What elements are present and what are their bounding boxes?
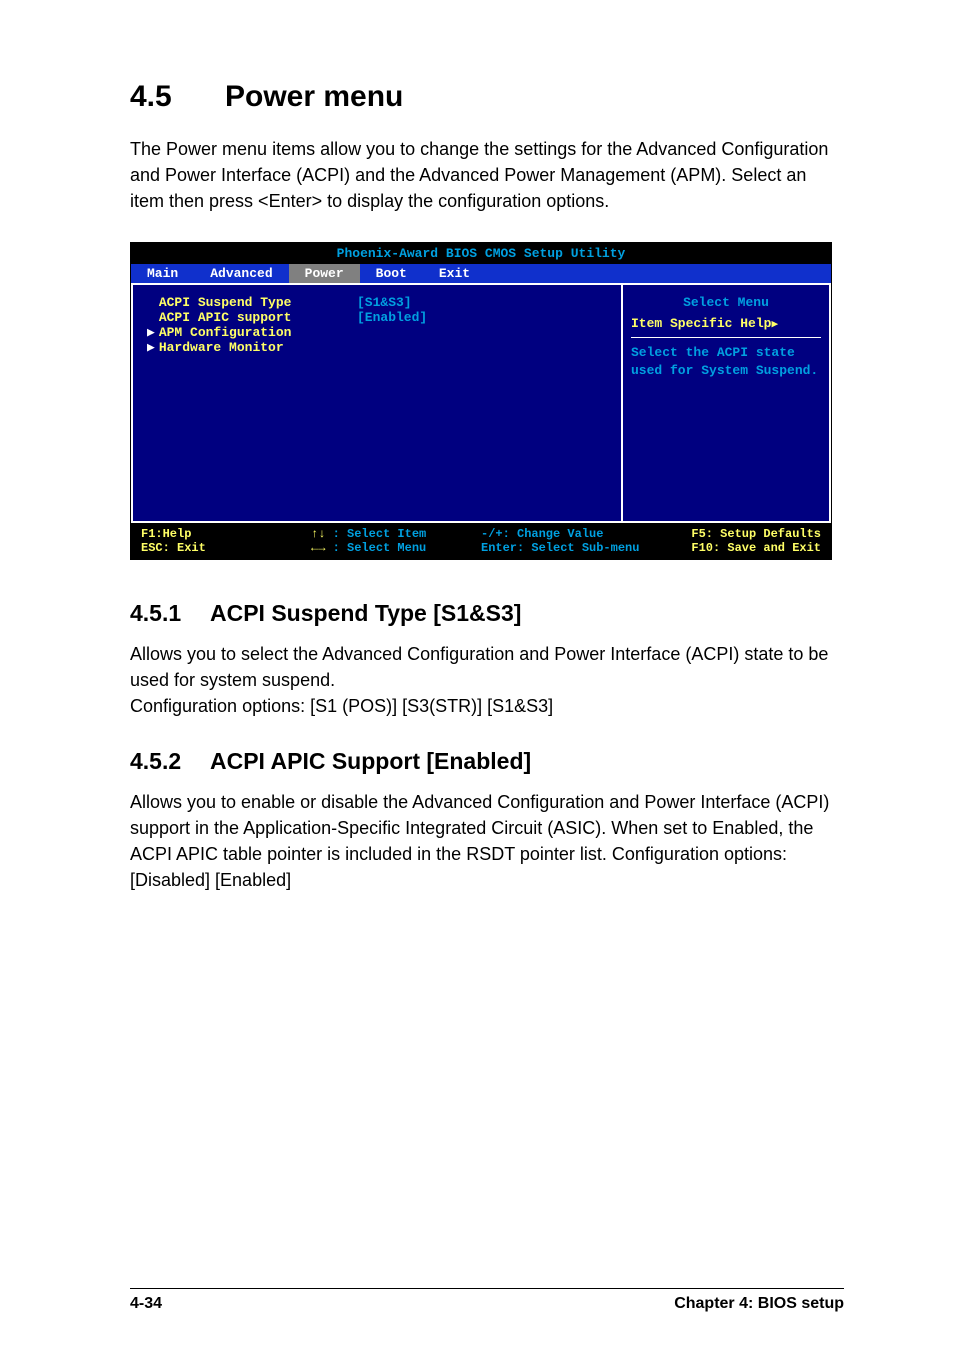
bios-help-pane: Select Menu Item Specific Help▶ Select t… <box>621 283 831 523</box>
intro-paragraph: The Power menu items allow you to change… <box>130 136 844 214</box>
bios-item-label: APM Configuration <box>159 325 292 340</box>
footkey-change-value: -/+: Change Value <box>481 527 651 541</box>
bios-title: Phoenix-Award BIOS CMOS Setup Utility <box>131 243 831 264</box>
bios-foot-col: F5: Setup Defaults F10: Save and Exit <box>651 527 821 555</box>
bios-item-value: [Enabled] <box>357 310 427 325</box>
bios-foot-col: -/+: Change Value Enter: Select Sub-menu <box>481 527 651 555</box>
section-number: 4.5 <box>130 80 225 114</box>
bios-item-label: ACPI Suspend Type <box>159 295 292 310</box>
subsection-title: ACPI Suspend Type [S1&S3] <box>210 600 521 626</box>
subsection-number: 4.5.2 <box>130 748 210 775</box>
footkey-select-sub: Enter: Select Sub-menu <box>481 541 651 555</box>
bios-item[interactable]: ▶ APM Configuration <box>147 325 607 340</box>
help-arrow-icon: ▶ <box>771 319 778 331</box>
help-body: Select the ACPI state used for System Su… <box>631 344 821 379</box>
bios-item-label: ACPI APIC support <box>159 310 292 325</box>
bios-tab-advanced[interactable]: Advanced <box>194 264 288 283</box>
section-title-text: Power menu <box>225 80 403 113</box>
footkey-select-menu: ←→ : Select Menu <box>311 541 481 555</box>
subsection-heading: 4.5.1ACPI Suspend Type [S1&S3] <box>130 600 844 627</box>
bios-tab-exit[interactable]: Exit <box>423 264 486 283</box>
divider <box>631 337 821 338</box>
footkey-exit: ESC: Exit <box>141 541 311 555</box>
bios-body: ACPI Suspend Type [S1&S3] ACPI APIC supp… <box>131 283 831 523</box>
page-number: 4-34 <box>130 1295 162 1313</box>
section-title: 4.5Power menu <box>130 80 844 114</box>
bios-tab-main[interactable]: Main <box>131 264 194 283</box>
footkey-help: F1:Help <box>141 527 311 541</box>
bios-item-value: [S1&S3] <box>357 295 412 310</box>
footkey-select-item: ↑↓ : Select Item <box>311 527 481 541</box>
page-footer: 4-34 Chapter 4: BIOS setup <box>130 1288 844 1313</box>
submenu-arrow-icon: ▶ <box>147 340 155 355</box>
bios-item[interactable]: ACPI APIC support [Enabled] <box>147 310 607 325</box>
spacer <box>147 295 155 310</box>
bios-left-pane: ACPI Suspend Type [S1&S3] ACPI APIC supp… <box>131 283 621 523</box>
subsection-body: Allows you to select the Advanced Config… <box>130 641 844 719</box>
arrow-updown-icon: ↑↓ <box>311 527 333 541</box>
bios-item[interactable]: ▶ Hardware Monitor <box>147 340 607 355</box>
bios-menubar: Main Advanced Power Boot Exit <box>131 264 831 283</box>
subsection-heading: 4.5.2ACPI APIC Support [Enabled] <box>130 748 844 775</box>
bios-footer: F1:Help ESC: Exit ↑↓ : Select Item ←→ : … <box>131 523 831 559</box>
bios-tab-boot[interactable]: Boot <box>360 264 423 283</box>
help-title: Select Menu <box>631 295 821 310</box>
subsection-title: ACPI APIC Support [Enabled] <box>210 748 531 774</box>
subsection-body: Allows you to enable or disable the Adva… <box>130 789 844 893</box>
spacer <box>147 310 155 325</box>
submenu-arrow-icon: ▶ <box>147 325 155 340</box>
bios-foot-col: F1:Help ESC: Exit <box>141 527 311 555</box>
bios-foot-col: ↑↓ : Select Item ←→ : Select Menu <box>311 527 481 555</box>
chapter-label: Chapter 4: BIOS setup <box>674 1295 844 1313</box>
footkey-defaults: F5: Setup Defaults <box>651 527 821 541</box>
bios-item-label: Hardware Monitor <box>159 340 284 355</box>
subsection-number: 4.5.1 <box>130 600 210 627</box>
bios-tab-power[interactable]: Power <box>289 264 360 283</box>
bios-screenshot: Phoenix-Award BIOS CMOS Setup Utility Ma… <box>130 242 832 560</box>
footkey-save: F10: Save and Exit <box>651 541 821 555</box>
bios-item[interactable]: ACPI Suspend Type [S1&S3] <box>147 295 607 310</box>
arrow-leftright-icon: ←→ <box>311 541 333 555</box>
help-subtitle: Item Specific Help▶ <box>631 316 821 331</box>
